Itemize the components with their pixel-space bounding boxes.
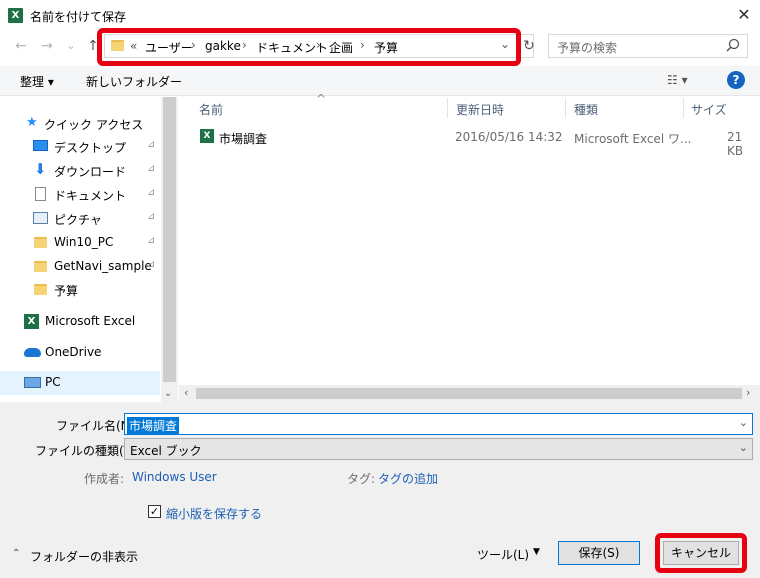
excel-icon: X <box>24 314 39 329</box>
hide-folders-button[interactable]: フォルダーの非表示 <box>30 548 138 565</box>
sidebar-label: GetNavi_sample <box>54 259 152 273</box>
file-size: 21 KB <box>727 130 744 158</box>
pin-icon[interactable]: ⊿ <box>147 163 155 174</box>
forward-button[interactable]: → <box>38 37 56 55</box>
sidebar-item-microsoft-excel[interactable]: X Microsoft Excel <box>0 310 160 334</box>
sidebar-item-quick-access[interactable]: ★ クイック アクセス <box>0 112 160 136</box>
filename-value: 市場調査 <box>127 417 180 434</box>
sort-indicator-icon: ^ <box>316 92 327 106</box>
organize-button[interactable]: 整理 ▾ <box>20 73 54 90</box>
pictures-icon <box>33 212 48 224</box>
excel-app-icon: X <box>8 8 23 23</box>
new-folder-button[interactable]: 新しいフォルダー <box>86 73 182 90</box>
column-divider[interactable] <box>565 98 566 118</box>
navigation-scrollbar-thumb[interactable] <box>163 97 176 382</box>
sidebar-item-getnavi-sample[interactable]: GetNavi_sample ⊿ <box>0 255 160 279</box>
save-thumbnail-checkbox[interactable]: ✓ <box>148 505 161 518</box>
filename-input[interactable]: 市場調査 ⌄ <box>124 413 753 435</box>
recent-locations-button[interactable]: ⌄ <box>62 37 80 55</box>
sidebar-label: ドキュメント <box>54 189 127 203</box>
pin-icon[interactable]: ⊿ <box>147 259 155 270</box>
search-icon[interactable] <box>724 37 742 55</box>
sidebar-label: Microsoft Excel <box>45 314 136 328</box>
horizontal-scrollbar-thumb[interactable] <box>196 388 742 399</box>
pin-icon[interactable]: ⊿ <box>147 187 155 198</box>
filetype-select[interactable]: Excel ブック ⌄ <box>124 438 753 460</box>
file-name[interactable]: 市場調査 <box>219 130 267 147</box>
sidebar-item-pc[interactable]: PC <box>0 371 160 395</box>
sidebar-label: ダウンロード <box>54 165 127 179</box>
chevron-up-icon[interactable]: ⌃ <box>12 548 20 559</box>
help-icon[interactable]: ? <box>727 71 745 89</box>
column-header-name[interactable]: 名前 <box>199 101 223 118</box>
window-title: 名前を付けて保存 <box>30 10 127 24</box>
tag-label: タグ: <box>347 472 376 486</box>
close-button[interactable]: ✕ <box>733 4 755 26</box>
refresh-button[interactable]: ↻ <box>520 37 538 55</box>
column-header-date[interactable]: 更新日時 <box>456 101 504 118</box>
excel-file-icon: X <box>200 129 214 143</box>
pin-icon[interactable]: ⊿ <box>147 139 155 150</box>
author-value[interactable]: Windows User <box>132 470 217 484</box>
sidebar-item-documents[interactable]: ドキュメント ⊿ <box>0 183 160 207</box>
sidebar-label: クイック アクセス <box>44 118 144 132</box>
column-divider[interactable] <box>447 98 448 118</box>
scroll-right-icon[interactable]: › <box>746 386 750 399</box>
address-highlight-box <box>97 28 521 66</box>
sidebar-item-budget[interactable]: 予算 <box>0 278 160 302</box>
scroll-left-icon[interactable]: ‹ <box>184 386 188 399</box>
sidebar-label: Win10_PC <box>54 235 114 249</box>
pc-icon <box>24 377 41 388</box>
sidebar-label: OneDrive <box>45 345 102 359</box>
search-input[interactable]: 予算の検索 <box>557 39 617 56</box>
pin-icon[interactable]: ⊿ <box>147 211 155 222</box>
sidebar-item-pictures[interactable]: ピクチャ ⊿ <box>0 207 160 231</box>
view-options-icon[interactable]: ☷ ▾ <box>667 73 688 87</box>
file-date: 2016/05/16 14:32 <box>455 130 563 144</box>
folder-icon <box>34 237 47 248</box>
sidebar-item-desktop[interactable]: デスクトップ ⊿ <box>0 135 160 159</box>
column-header-type[interactable]: 種類 <box>574 101 598 118</box>
add-tag-link[interactable]: タグの追加 <box>378 470 438 487</box>
file-type: Microsoft Excel ワ... <box>574 132 692 146</box>
sidebar-item-onedrive[interactable]: OneDrive <box>0 341 160 365</box>
save-thumbnail-label[interactable]: 縮小版を保存する <box>166 505 262 522</box>
sidebar-label: PC <box>45 375 61 389</box>
pin-icon[interactable]: ⊿ <box>147 235 155 246</box>
scroll-down-icon[interactable]: ⌄ <box>164 388 172 399</box>
save-button[interactable]: 保存(S) <box>558 541 640 565</box>
filetype-value: Excel ブック <box>130 444 202 458</box>
sidebar-label: 予算 <box>54 284 79 298</box>
sidebar-item-win10-pc[interactable]: Win10_PC ⊿ <box>0 231 160 255</box>
chevron-down-icon[interactable]: ⌄ <box>739 416 748 429</box>
sidebar-label: デスクトップ <box>54 141 127 155</box>
folder-icon <box>34 284 47 295</box>
cancel-highlight-box <box>655 533 747 573</box>
column-header-size[interactable]: サイズ <box>691 101 727 118</box>
tools-dropdown-icon[interactable]: ▼ <box>533 547 540 557</box>
chevron-down-icon[interactable]: ⌄ <box>739 441 748 454</box>
document-icon <box>35 187 46 201</box>
sidebar-item-downloads[interactable]: ⬇ ダウンロード ⊿ <box>0 159 160 183</box>
author-label: 作成者: <box>84 472 125 486</box>
column-divider[interactable] <box>683 98 684 118</box>
download-icon: ⬇ <box>34 160 47 178</box>
sidebar-label: ピクチャ <box>54 213 102 227</box>
tools-menu-button[interactable]: ツール(L) <box>477 546 529 563</box>
star-icon: ★ <box>26 115 38 130</box>
folder-icon <box>34 261 47 272</box>
desktop-icon <box>33 140 48 151</box>
back-button[interactable]: ← <box>12 37 30 55</box>
cloud-icon <box>24 348 41 357</box>
